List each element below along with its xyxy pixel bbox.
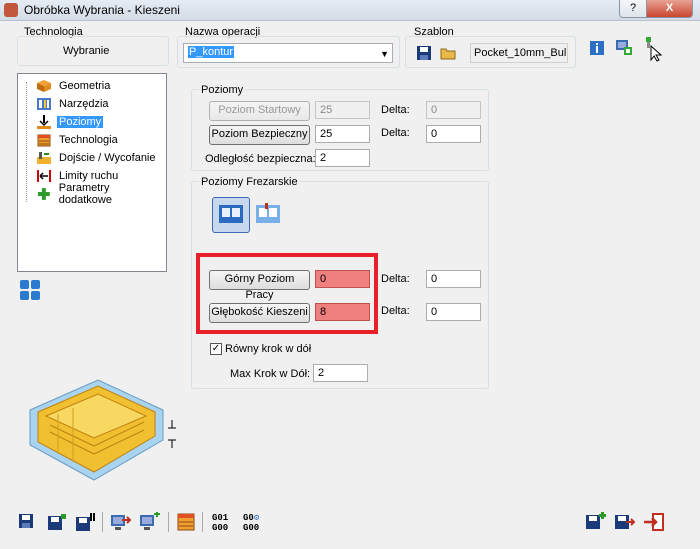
- tree-item-label: Technologia: [59, 134, 118, 146]
- operation-select[interactable]: P_kontur ▼: [183, 43, 393, 63]
- pocket-mode-1-button[interactable]: [212, 197, 250, 233]
- safe-distance-input[interactable]: 2: [315, 149, 370, 167]
- close-button[interactable]: X: [646, 0, 693, 18]
- milling-levels-group-label: Poziomy Frezarskie: [199, 176, 300, 188]
- save-operation-icon[interactable]: [614, 512, 636, 532]
- operation-value: P_kontur: [188, 46, 235, 58]
- pocket-depth-input[interactable]: 8: [315, 303, 370, 321]
- template-box: Pocket_10mm_Bull.tr: [405, 36, 576, 68]
- save-icon[interactable]: [18, 513, 34, 529]
- save-as-icon[interactable]: [47, 513, 67, 531]
- title-bar: Obróbka Wybrania - Kieszeni ? X: [0, 0, 700, 21]
- max-step-label: Max Krok w Dół:: [230, 368, 311, 380]
- tree-item-dojscie[interactable]: Dojście / Wycofanie: [36, 150, 158, 166]
- pocket-closed-icon: [219, 205, 243, 223]
- app-icon: [4, 3, 18, 17]
- gcode-1-bottom: G00: [212, 523, 229, 533]
- tree-item-technologia[interactable]: Technologia: [36, 132, 120, 148]
- gcode-button-2[interactable]: G0⚙ G00: [243, 513, 259, 533]
- geometry-icon: [37, 80, 51, 92]
- safe-distance-label: Odległość bezpieczna:: [205, 153, 316, 165]
- tree-item-label: Geometria: [59, 80, 111, 92]
- pocket-open-icon: [256, 203, 280, 223]
- tree-item-label: Limity ruchu: [59, 170, 119, 182]
- add-operation-icon[interactable]: [585, 512, 607, 532]
- view-grid-icon[interactable]: [19, 279, 41, 301]
- equal-step-label: Równy krok w dół: [225, 343, 312, 355]
- tree-item-label: Dojście / Wycofanie: [59, 152, 156, 164]
- gcode-2-bottom: G00: [243, 523, 260, 533]
- gcode-button-1[interactable]: G01 G00: [212, 513, 228, 533]
- pocket-illustration: [29, 379, 176, 481]
- start-level-button[interactable]: Poziom Startowy: [209, 101, 310, 121]
- machine-settings-icon[interactable]: [615, 38, 633, 56]
- layers-icon[interactable]: [176, 512, 196, 532]
- equal-step-checkbox[interactable]: ✓: [210, 343, 222, 355]
- gcode-2-top: G0: [243, 513, 254, 523]
- pocket-depth-button[interactable]: Głębokość Kieszeni: [209, 303, 310, 323]
- safe-level-button[interactable]: Poziom Bezpieczny: [209, 125, 310, 145]
- window-title: Obróbka Wybrania - Kieszeni: [24, 3, 180, 17]
- tree-item-parametry[interactable]: Parametry dodatkowe: [36, 182, 166, 206]
- levels-icon: [37, 115, 51, 129]
- delta-label: Delta:: [381, 127, 410, 139]
- start-delta-input[interactable]: 0: [426, 101, 481, 119]
- save-template-icon[interactable]: [416, 45, 432, 61]
- cursor-probe-icon[interactable]: [642, 36, 664, 62]
- max-step-input[interactable]: 2: [313, 364, 368, 382]
- add-params-icon: [37, 188, 50, 200]
- pocket-mode-2-button[interactable]: [252, 199, 284, 229]
- template-field[interactable]: Pocket_10mm_Bull.tr: [470, 43, 568, 63]
- technology-icon: [37, 134, 51, 147]
- tree-item-label: Poziomy: [57, 116, 104, 128]
- toolbar-separator: [168, 512, 169, 532]
- safe-level-input[interactable]: 25: [315, 125, 370, 143]
- tree-item-label: Narzędzia: [59, 98, 109, 110]
- dialog-window: Obróbka Wybrania - Kieszeni ? X Technolo…: [0, 0, 700, 549]
- open-folder-icon[interactable]: [440, 45, 456, 61]
- tree-item-label: Parametry dodatkowe: [58, 182, 112, 206]
- tree-item-poziomy[interactable]: Poziomy: [36, 114, 104, 130]
- tree-item-narzedzia[interactable]: Narzędzia: [36, 96, 111, 112]
- add-machine-icon[interactable]: [139, 512, 161, 532]
- delta-label: Delta:: [381, 305, 410, 317]
- save-all-icon[interactable]: [75, 512, 97, 532]
- technologia-value: Wybranie: [63, 45, 110, 57]
- exit-icon[interactable]: [643, 512, 665, 532]
- technologia-box: Wybranie: [17, 36, 169, 66]
- depth-delta-input[interactable]: 0: [426, 303, 481, 321]
- top-delta-input[interactable]: 0: [426, 270, 481, 288]
- toolbar-separator: [202, 512, 203, 532]
- top-work-level-input[interactable]: 0: [315, 270, 370, 288]
- gear-icon: ⚙: [253, 513, 260, 523]
- levels-group-label: Poziomy: [199, 84, 246, 96]
- delta-label: Delta:: [381, 273, 410, 285]
- limits-icon: [37, 170, 51, 182]
- start-level-input[interactable]: 25: [315, 101, 370, 119]
- export-machine-icon[interactable]: [110, 512, 132, 532]
- approach-icon: [37, 152, 51, 164]
- delta-label: Delta:: [381, 104, 410, 116]
- operation-box: P_kontur ▼: [177, 36, 400, 68]
- toolbar-separator: [102, 512, 103, 532]
- info-icon[interactable]: [589, 40, 605, 56]
- tree-item-geometria[interactable]: Geometria: [36, 78, 112, 94]
- chevron-down-icon[interactable]: ▼: [380, 47, 389, 61]
- navigation-tree: Geometria Narzędzia Poziomy Technologia …: [17, 73, 167, 272]
- help-button[interactable]: ?: [619, 0, 647, 18]
- template-value: Pocket_10mm_Bull.tr: [474, 47, 567, 59]
- safe-delta-input[interactable]: 0: [426, 125, 481, 143]
- top-work-level-button[interactable]: Górny Poziom Pracy: [209, 270, 310, 301]
- tree-connector: [26, 82, 28, 202]
- gcode-1-top: G01: [212, 513, 229, 523]
- tools-icon: [37, 98, 51, 110]
